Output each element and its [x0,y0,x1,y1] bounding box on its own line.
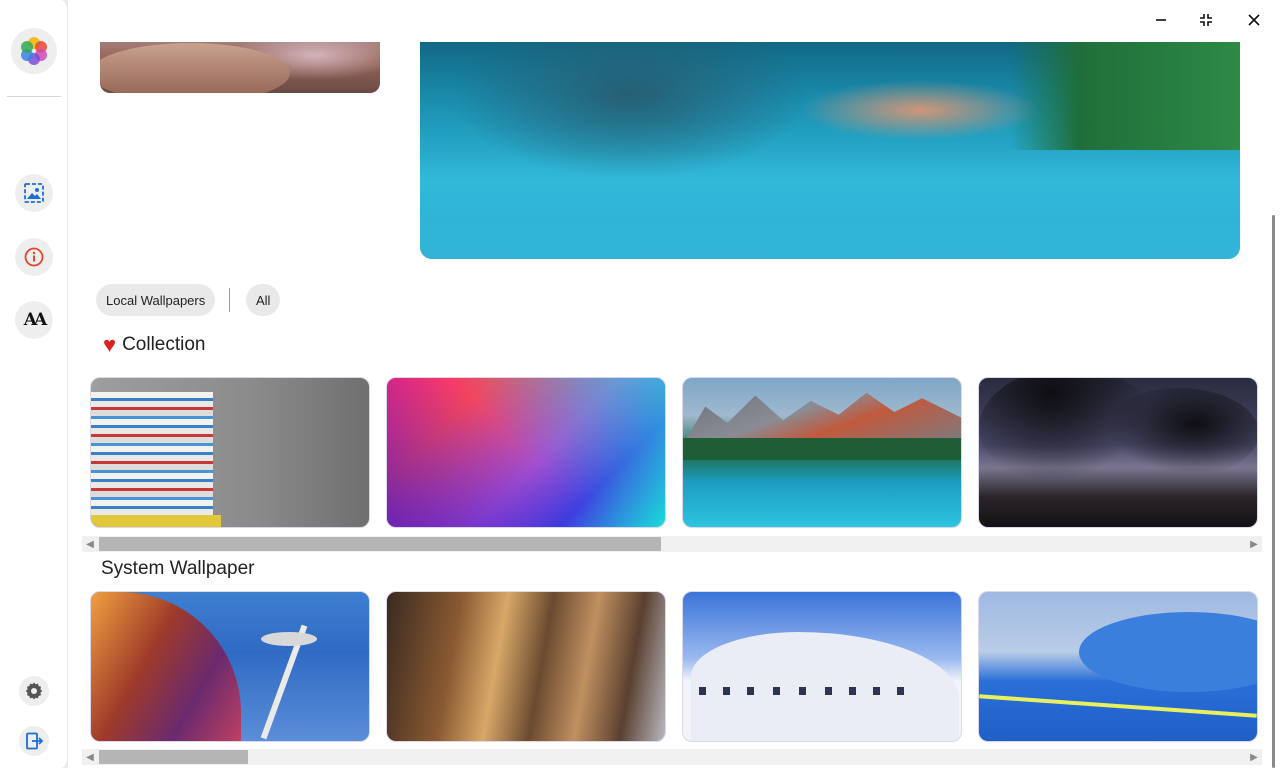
system-card-blue-building[interactable] [978,591,1258,742]
font-icon: AA [23,310,47,330]
scroll-left-icon[interactable]: ◀ [82,536,98,552]
collection-card-books[interactable] [90,377,370,528]
close-icon [1248,14,1260,26]
collection-scroll-thumb[interactable] [99,537,661,551]
exit-icon [26,732,44,750]
info-circle-icon [24,247,44,267]
system-title: System Wallpaper [101,558,255,579]
page-scroll-thumb[interactable] [1272,215,1275,768]
heart-icon: ♥ [103,332,117,357]
sidebar-item-about[interactable] [15,238,53,276]
sidebar-item-logout[interactable] [19,726,49,756]
sidebar-item-settings[interactable] [19,676,49,706]
collection-heading: ♥ Collection [103,334,206,356]
collection-card-gradient[interactable] [386,377,666,528]
system-scroll-thumb[interactable] [99,750,248,764]
minimize-icon [1156,19,1166,21]
sidebar-item-font[interactable]: AA [15,301,53,339]
scroll-left-icon[interactable]: ◀ [82,749,98,765]
filter-local-wallpapers[interactable]: Local Wallpapers [96,284,216,316]
flower-logo-icon [21,37,47,65]
system-card-white-building[interactable] [682,591,962,742]
system-card-space-needle[interactable] [90,591,370,742]
close-button[interactable] [1237,6,1271,34]
filter-all[interactable]: All [246,284,281,316]
main-content: Local Wallpapers All ♥ Collection ◀ ▶ Sy… [68,0,1280,768]
scroll-right-icon[interactable]: ▶ [1246,749,1262,765]
page-scrollbar[interactable] [1268,42,1280,768]
minimize-button[interactable] [1144,6,1178,34]
system-card-metallic[interactable] [386,591,666,742]
title-bar [68,0,1280,42]
gear-icon [25,682,43,700]
restore-button[interactable] [1189,6,1223,34]
collection-scrollbar[interactable]: ◀ ▶ [82,536,1262,552]
sidebar-divider [7,96,61,97]
collapse-icon [1200,14,1212,26]
system-scrollbar[interactable]: ◀ ▶ [82,749,1262,765]
collection-card-lake[interactable] [682,377,962,528]
image-frame-icon [24,183,44,203]
scroll-right-icon[interactable]: ▶ [1246,536,1262,552]
collection-title: Collection [122,334,206,355]
app-logo[interactable] [11,28,57,74]
filter-divider [229,288,230,312]
sidebar: AA [0,0,68,768]
collection-card-palms[interactable] [978,377,1258,528]
system-heading: System Wallpaper [101,558,254,580]
sidebar-item-wallpaper[interactable] [15,174,53,212]
